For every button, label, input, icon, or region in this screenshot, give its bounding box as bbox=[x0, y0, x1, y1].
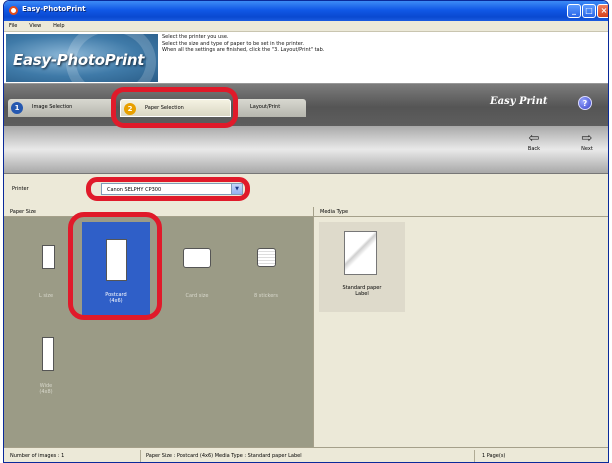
app-logo: Easy-PhotoPrint bbox=[6, 34, 158, 82]
next-button[interactable]: ⇨ Next bbox=[574, 131, 600, 152]
back-arrow-icon: ⇦ bbox=[528, 131, 540, 146]
status-divider bbox=[474, 450, 475, 462]
media-type-panel: Standard paper Label bbox=[313, 217, 608, 447]
back-label: Back bbox=[527, 146, 541, 152]
maximize-button[interactable]: □ bbox=[582, 4, 596, 18]
paper-item-wide[interactable]: Wide (4x8) bbox=[12, 325, 80, 407]
status-page-count: 1 Page(s) bbox=[482, 453, 506, 459]
highlight-paper-selection-tab bbox=[111, 87, 238, 128]
tab-image-selection[interactable]: 1 Image Selection bbox=[8, 99, 115, 117]
status-divider bbox=[140, 450, 141, 462]
paper-item-8-stickers[interactable]: 8 stickers bbox=[232, 233, 300, 315]
next-label: Next bbox=[581, 146, 593, 152]
paper-l-icon bbox=[42, 245, 55, 269]
highlight-printer-select bbox=[86, 177, 250, 201]
tab-label: Image Selection bbox=[32, 104, 73, 110]
tab-label: Layout/Print bbox=[250, 104, 281, 110]
header-banner: Easy-PhotoPrint Select the printer you u… bbox=[4, 32, 608, 84]
navigation-strip: ⇦ Back ⇨ Next bbox=[4, 126, 608, 174]
menu-view[interactable]: View bbox=[24, 21, 46, 29]
instruction-line: When all the settings are finished, clic… bbox=[162, 47, 325, 53]
status-paper-info: Paper Size : Postcard (4x6) Media Type :… bbox=[146, 453, 302, 459]
help-icon[interactable]: ? bbox=[578, 96, 592, 110]
paper-size-header: Paper Size bbox=[4, 207, 313, 217]
menu-help[interactable]: Help bbox=[48, 21, 69, 29]
instructions: Select the printer you use. Select the s… bbox=[162, 34, 602, 54]
back-button[interactable]: ⇦ Back bbox=[521, 131, 547, 152]
paper-sticker-icon bbox=[257, 248, 276, 267]
logo-text: Easy-PhotoPrint bbox=[13, 51, 145, 69]
tab-number-badge: 1 bbox=[11, 102, 23, 114]
paper-item-label: Card size bbox=[185, 293, 209, 299]
next-arrow-icon: ⇨ bbox=[581, 131, 593, 146]
paper-card-icon bbox=[183, 248, 211, 268]
minimize-button[interactable]: _ bbox=[567, 4, 581, 18]
app-icon bbox=[9, 6, 18, 15]
media-type-header: Media Type bbox=[313, 207, 608, 217]
title-bar[interactable]: Easy-PhotoPrint _ □ × bbox=[4, 1, 608, 21]
media-paper-icon bbox=[344, 231, 377, 275]
tab-bar: 1 Image Selection 2 Paper Selection Layo… bbox=[4, 84, 608, 126]
status-image-count: Number of images : 1 bbox=[10, 453, 65, 459]
highlight-postcard-item bbox=[68, 212, 162, 320]
paper-wide-icon bbox=[42, 337, 54, 371]
paper-item-label: Wide (4x8) bbox=[39, 383, 53, 395]
window-title: Easy-PhotoPrint bbox=[22, 5, 86, 13]
paper-item-card-size[interactable]: Card size bbox=[163, 233, 231, 315]
status-bar: Number of images : 1 Paper Size : Postca… bbox=[4, 447, 608, 462]
tab-layout-print[interactable]: Layout/Print bbox=[236, 99, 306, 117]
media-item-standard-paper[interactable]: Standard paper Label bbox=[319, 222, 405, 312]
media-item-label: Standard paper Label bbox=[342, 285, 382, 297]
printer-label: Printer bbox=[12, 186, 29, 192]
paper-item-label: 8 stickers bbox=[254, 293, 278, 299]
close-button[interactable]: × bbox=[597, 4, 608, 18]
menu-file[interactable]: File bbox=[4, 21, 22, 29]
menu-bar: File View Help bbox=[4, 21, 608, 32]
easyprint-logo: Easy Print bbox=[490, 96, 548, 107]
